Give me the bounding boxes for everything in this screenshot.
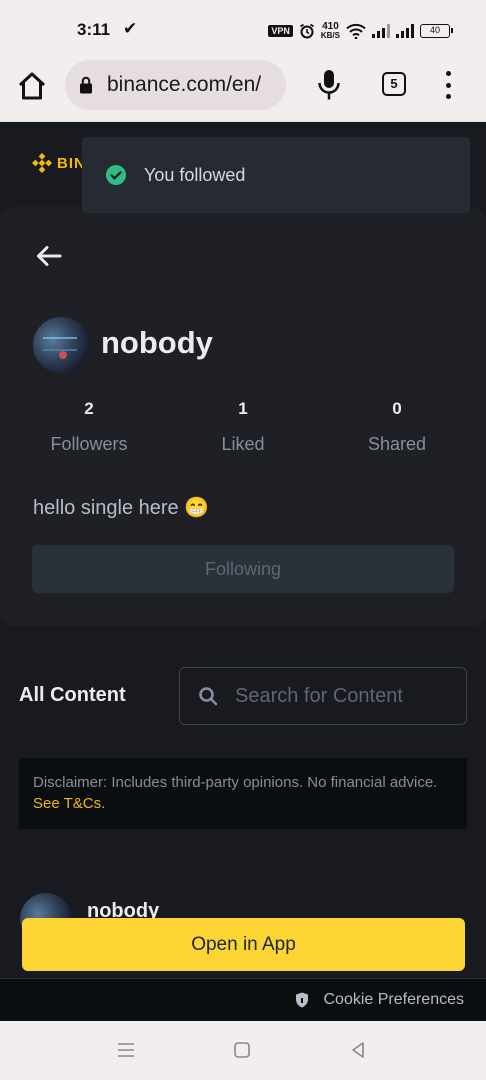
shared-label: Shared (367, 434, 427, 454)
check-icon: ✔ (123, 19, 138, 38)
url-text: binance.com/en/ (107, 73, 262, 96)
followers-count: 2 (84, 399, 94, 418)
home-nav-icon[interactable] (231, 1039, 253, 1061)
status-bar: 3:11 ✔ VPN 410 KB/S 40 (0, 0, 486, 60)
terms-link[interactable]: See T&Cs. (33, 795, 105, 812)
success-check-icon (106, 165, 126, 185)
cookie-preferences-label: Cookie Preferences (323, 991, 464, 1008)
cookie-bar: Cookie Preferences (0, 978, 486, 1021)
signal-icon-2 (396, 24, 414, 38)
profile-bio: hello single here 😁 (33, 497, 210, 519)
status-time: 3:11 (77, 20, 111, 39)
cookie-preferences[interactable]: Cookie Preferences (295, 991, 464, 1009)
vpn-badge: VPN (268, 25, 293, 37)
toast-message: You followed (144, 164, 246, 185)
alarm-icon (299, 23, 314, 39)
stat-liked[interactable]: 1 Liked (178, 399, 308, 455)
browser-toolbar: binance.com/en/ 5 (0, 60, 486, 122)
recent-apps-icon[interactable] (115, 1039, 137, 1061)
tab-switcher-button[interactable]: 5 (382, 72, 406, 96)
content-search[interactable] (179, 667, 467, 725)
liked-count: 1 (238, 399, 248, 418)
battery-icon: 40 (420, 24, 453, 38)
following-button[interactable]: Following (32, 545, 454, 593)
stat-followers[interactable]: 2 Followers (24, 399, 154, 455)
network-speed-unit: KB/S (320, 31, 340, 40)
disclaimer-box: Disclaimer: Includes third-party opinion… (19, 758, 467, 829)
search-input[interactable] (235, 684, 465, 708)
toast-notification: You followed (82, 137, 470, 213)
more-menu-icon[interactable] (444, 71, 452, 99)
home-icon[interactable] (16, 70, 48, 102)
all-content-heading: All Content (19, 684, 126, 706)
address-bar[interactable]: binance.com/en/ (65, 60, 286, 110)
profile-username: nobody (101, 325, 213, 360)
wifi-icon (346, 23, 366, 39)
back-arrow-icon[interactable] (36, 245, 62, 267)
back-nav-icon[interactable] (347, 1039, 369, 1061)
followers-label: Followers (50, 434, 128, 454)
network-speed: 410 KB/S (321, 22, 340, 40)
status-icons: VPN 410 KB/S 40 (268, 20, 453, 42)
avatar (33, 317, 89, 373)
stat-shared[interactable]: 0 Shared (332, 399, 462, 455)
search-icon (199, 687, 218, 706)
shield-icon (296, 992, 309, 1008)
binance-logo[interactable]: BIN (32, 153, 86, 173)
shared-count: 0 (392, 399, 402, 418)
signal-icon (372, 24, 390, 38)
system-nav-bar (0, 1021, 486, 1080)
disclaimer-text: Disclaimer: Includes third-party opinion… (33, 774, 438, 791)
binance-logo-icon (32, 153, 52, 173)
microphone-icon[interactable] (316, 68, 342, 102)
liked-label: Liked (221, 434, 265, 454)
open-in-app-button[interactable]: Open in App (22, 918, 465, 971)
profile-card: nobody 2 Followers 1 Liked 0 Shared hell… (0, 207, 486, 626)
lock-icon (80, 76, 92, 94)
